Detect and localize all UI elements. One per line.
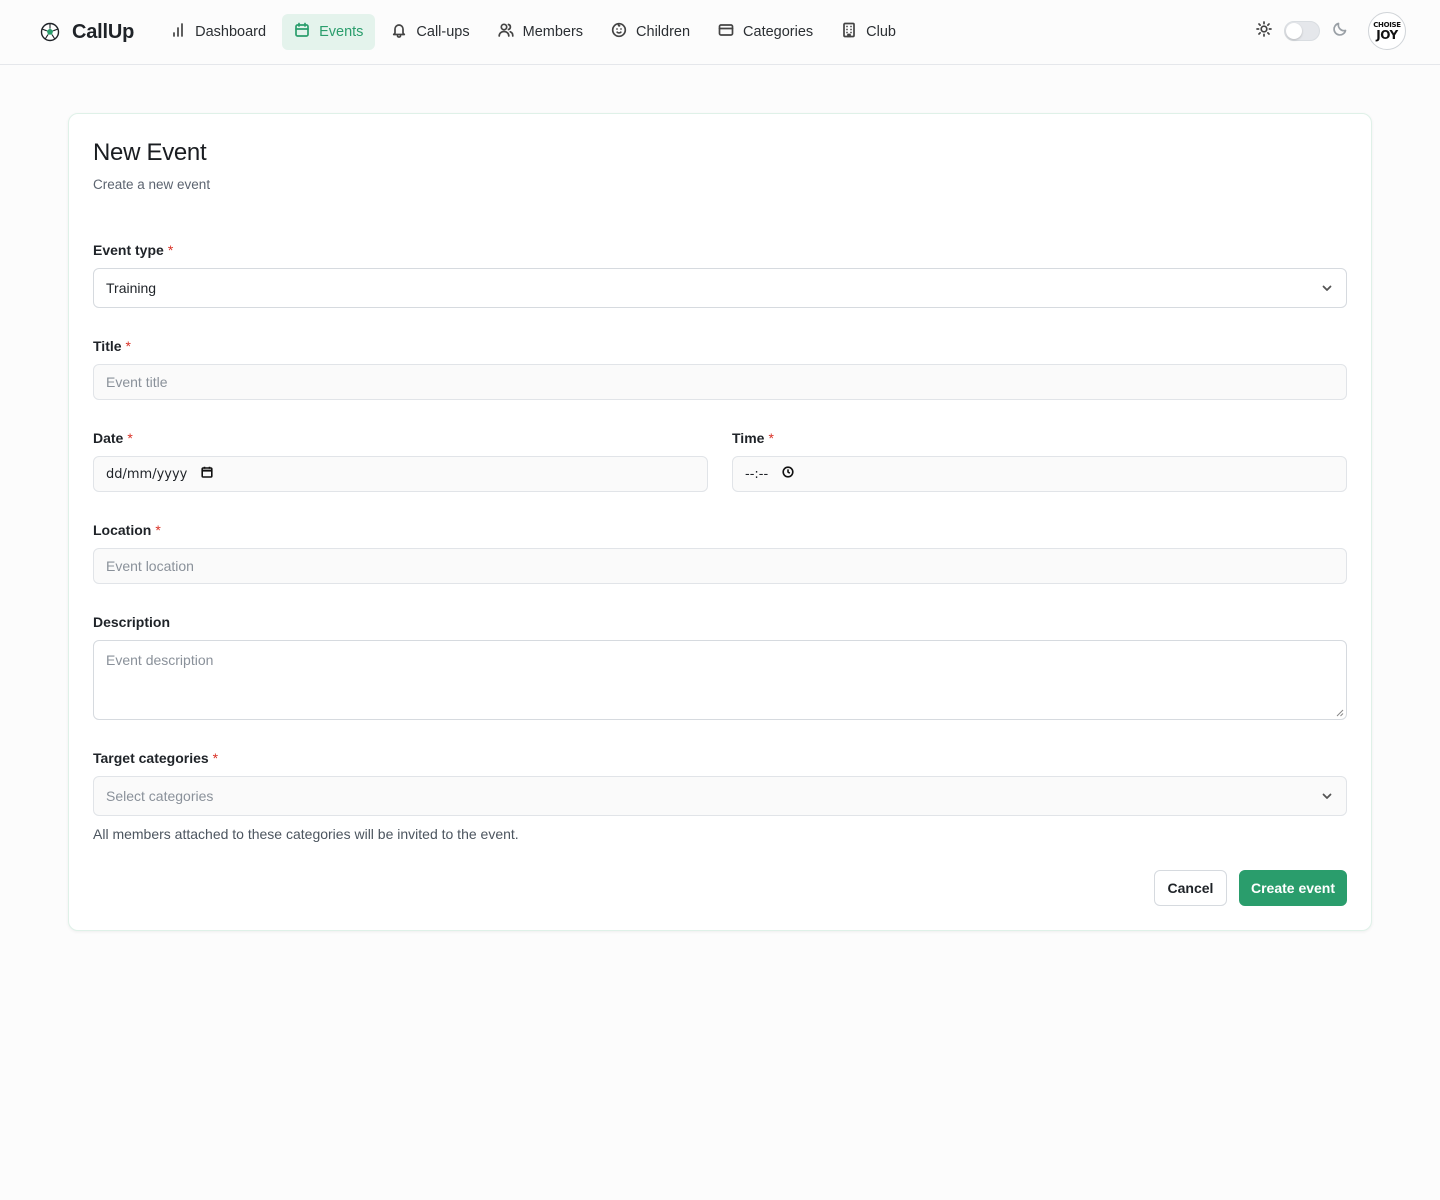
users-icon bbox=[497, 22, 514, 42]
date-value-group: dd/mm/yyyy bbox=[106, 466, 213, 482]
location-placeholder: Event location bbox=[106, 558, 194, 574]
nav-item-club[interactable]: Club bbox=[829, 14, 908, 50]
avatar-text-line2: JOY bbox=[1376, 27, 1398, 42]
chevron-down-icon bbox=[1320, 281, 1334, 295]
date-value: dd/mm/yyyy bbox=[106, 466, 188, 482]
calendar-icon bbox=[294, 22, 310, 42]
nav-item-label: Dashboard bbox=[195, 24, 267, 40]
create-event-button[interactable]: Create event bbox=[1239, 870, 1347, 906]
description-label: Description bbox=[93, 614, 1347, 630]
chevron-down-icon bbox=[1320, 789, 1334, 803]
building-icon bbox=[841, 22, 857, 42]
nav-item-children[interactable]: Children bbox=[599, 14, 702, 50]
clock-icon[interactable] bbox=[782, 466, 794, 482]
app-name: CallUp bbox=[72, 20, 135, 43]
target-categories-select[interactable]: Select categories bbox=[93, 776, 1347, 816]
toggle-knob bbox=[1286, 23, 1302, 39]
cancel-button[interactable]: Cancel bbox=[1154, 870, 1227, 906]
bar-chart-icon bbox=[170, 22, 186, 42]
resize-grip-icon[interactable] bbox=[1336, 709, 1344, 717]
date-field: Date * dd/mm/yyyy bbox=[93, 430, 708, 492]
date-label-text: Date bbox=[93, 430, 124, 446]
date-input[interactable]: dd/mm/yyyy bbox=[93, 456, 708, 492]
title-field: Title * Event title bbox=[93, 338, 1347, 400]
event-type-field: Event type * Training bbox=[93, 242, 1347, 308]
time-input[interactable]: --:-- bbox=[732, 456, 1347, 492]
time-value-group: --:-- bbox=[745, 466, 794, 482]
page-subtitle: Create a new event bbox=[93, 177, 211, 192]
location-input[interactable]: Event location bbox=[93, 548, 1347, 584]
nav-item-events[interactable]: Events bbox=[282, 14, 376, 50]
required-mark: * bbox=[768, 430, 774, 446]
location-field: Location * Event location bbox=[93, 522, 1347, 584]
bell-icon bbox=[391, 22, 407, 42]
target-categories-field: Target categories * Select categories Al… bbox=[93, 750, 1347, 842]
target-categories-label-text: Target categories bbox=[93, 750, 209, 766]
event-type-value: Training bbox=[106, 280, 157, 296]
theme-toggle[interactable] bbox=[1284, 21, 1320, 41]
header-tools: CHOISE JOY bbox=[1256, 12, 1406, 50]
nav-item-label: Categories bbox=[743, 24, 814, 40]
calendar-picker-icon[interactable] bbox=[201, 466, 213, 482]
event-type-label: Event type * bbox=[93, 242, 1347, 258]
nav-item-categories[interactable]: Categories bbox=[706, 14, 825, 50]
description-label-text: Description bbox=[93, 614, 171, 630]
card-icon bbox=[718, 22, 734, 42]
time-label-text: Time bbox=[732, 430, 765, 446]
top-navigation-bar: CallUp Dashboard Events Call-ups Members bbox=[0, 0, 1440, 65]
date-label: Date * bbox=[93, 430, 708, 446]
event-type-label-text: Event type bbox=[93, 242, 164, 258]
title-label-text: Title bbox=[93, 338, 122, 354]
event-type-select[interactable]: Training bbox=[93, 268, 1347, 308]
nav-item-label: Club bbox=[866, 24, 896, 40]
description-field: Description Event description bbox=[93, 614, 1347, 720]
brand[interactable]: CallUp bbox=[40, 21, 134, 44]
nav-item-label: Call-ups bbox=[416, 24, 470, 40]
title-placeholder: Event title bbox=[106, 374, 168, 390]
sun-icon bbox=[1256, 20, 1272, 42]
soccer-ball-logo-icon bbox=[40, 22, 60, 42]
nav-item-label: Members bbox=[522, 24, 584, 40]
nav-item-call-ups[interactable]: Call-ups bbox=[379, 14, 481, 50]
target-categories-helper: All members attached to these categories… bbox=[93, 826, 519, 842]
nav-item-dashboard[interactable]: Dashboard bbox=[158, 14, 278, 50]
time-field: Time * --:-- bbox=[732, 430, 1347, 492]
description-placeholder: Event description bbox=[106, 652, 214, 668]
main-nav: Dashboard Events Call-ups Members Childr… bbox=[158, 14, 908, 50]
required-mark: * bbox=[167, 242, 174, 258]
moon-icon bbox=[1332, 21, 1348, 42]
new-event-card: New Event Create a new event Event type … bbox=[68, 113, 1372, 931]
required-mark: * bbox=[127, 430, 133, 446]
nav-item-label: Children bbox=[636, 24, 691, 40]
title-label: Title * bbox=[93, 338, 1347, 354]
description-textarea[interactable]: Event description bbox=[93, 640, 1347, 720]
page-title: New Event bbox=[93, 139, 207, 166]
target-categories-label: Target categories * bbox=[93, 750, 1347, 766]
time-label: Time * bbox=[732, 430, 1347, 446]
user-avatar[interactable]: CHOISE JOY bbox=[1368, 12, 1406, 50]
required-mark: * bbox=[125, 338, 131, 354]
baby-face-icon bbox=[611, 22, 627, 42]
required-mark: * bbox=[212, 750, 219, 766]
nav-item-label: Events bbox=[319, 24, 364, 40]
location-label-text: Location bbox=[93, 522, 152, 538]
title-input[interactable]: Event title bbox=[93, 364, 1347, 400]
nav-item-members[interactable]: Members bbox=[486, 14, 595, 50]
location-label: Location * bbox=[93, 522, 1347, 538]
target-categories-placeholder: Select categories bbox=[106, 788, 214, 804]
required-mark: * bbox=[155, 522, 161, 538]
time-value: --:-- bbox=[745, 466, 769, 482]
